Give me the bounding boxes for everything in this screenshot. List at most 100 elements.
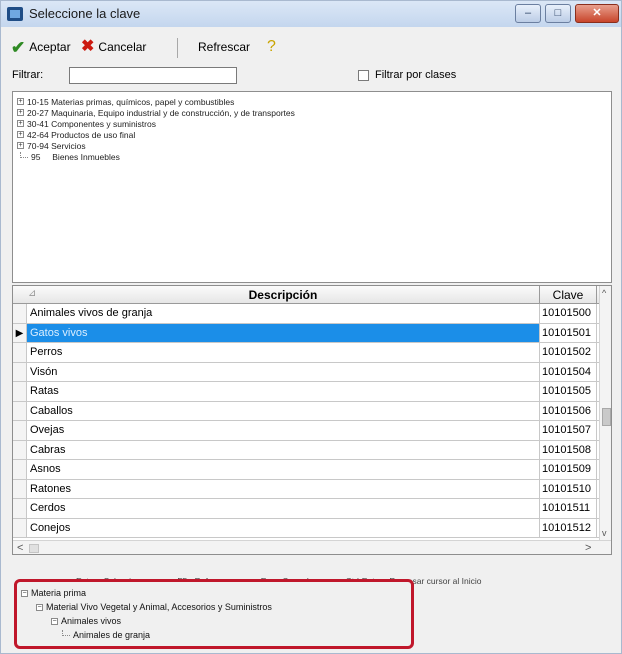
minimize-button[interactable]: – <box>515 4 541 23</box>
help-button[interactable]: ? <box>267 36 280 58</box>
row-indicator <box>13 343 27 362</box>
row-description: Conejos <box>27 518 540 537</box>
cancel-button[interactable]: ✖ Cancelar <box>81 36 146 58</box>
row-description: Ratas <box>27 382 540 401</box>
row-key: 10101507 <box>540 421 597 440</box>
tree-item[interactable]: + 10-15 Materias primas, químicos, papel… <box>17 96 234 107</box>
cancel-label: Cancelar <box>98 40 147 54</box>
path-level-2-label: Material Vivo Vegetal y Animal, Accesori… <box>46 602 272 612</box>
table-row-selected[interactable]: ▶ Gatos vivos 10101501 <box>13 323 599 343</box>
window-title: Seleccione la clave <box>29 6 141 21</box>
table-row[interactable]: Asnos 10101509 <box>13 460 599 480</box>
results-grid[interactable]: ⊿ Descripción Clave Animales vivos de gr… <box>12 285 612 555</box>
category-tree[interactable]: + 10-15 Materias primas, químicos, papel… <box>12 91 612 283</box>
tree-item[interactable]: + 70-94 Servicios <box>17 140 86 151</box>
filter-input[interactable] <box>69 67 237 84</box>
row-description: Perros <box>27 343 540 362</box>
maximize-button[interactable]: □ <box>545 4 571 23</box>
classification-path-tree: − Materia prima − Material Vivo Vegetal … <box>14 579 414 649</box>
expand-icon[interactable]: + <box>17 142 24 149</box>
table-row[interactable]: Ratas 10101505 <box>13 382 599 402</box>
path-level-4[interactable]: Animales de granja <box>59 630 150 640</box>
table-row[interactable]: Ratones 10101510 <box>13 479 599 499</box>
table-row[interactable]: Ovejas 10101507 <box>13 421 599 441</box>
accept-label: Aceptar <box>29 40 71 54</box>
tree-item[interactable]: 95 Bienes Inmuebles <box>17 151 120 162</box>
toolbar: ✔ Aceptar ✖ Cancelar Refrescar ? <box>1 31 621 61</box>
filter-by-class-checkbox[interactable] <box>358 70 369 81</box>
filter-by-class-label: Filtrar por clases <box>375 69 457 81</box>
refresh-label: Refrescar <box>198 40 251 54</box>
current-row-arrow-icon: ▶ <box>13 323 27 342</box>
tree-item-label: 30-41 Componentes y suministros <box>27 118 156 129</box>
title-bar[interactable]: Seleccione la clave – □ ✕ <box>1 1 621 27</box>
table-row[interactable]: Conejos 10101512 <box>13 518 599 538</box>
tree-item-label: 95 Bienes Inmuebles <box>31 151 120 162</box>
collapse-icon[interactable]: − <box>51 617 58 625</box>
path-level-3[interactable]: − Animales vivos <box>51 616 121 626</box>
row-description: Cerdos <box>27 499 540 518</box>
row-key: 10101508 <box>540 440 597 459</box>
path-level-1[interactable]: − Materia prima <box>21 588 86 598</box>
expand-icon[interactable]: + <box>17 109 24 116</box>
vertical-scroll-thumb[interactable] <box>602 408 611 426</box>
tree-item-label: 70-94 Servicios <box>27 140 86 151</box>
scroll-left-icon[interactable]: < <box>17 542 23 554</box>
collapse-icon[interactable]: − <box>21 589 28 597</box>
table-row[interactable]: Cabras 10101508 <box>13 440 599 460</box>
scroll-down-icon[interactable]: v <box>602 528 607 538</box>
row-description: Caballos <box>27 401 540 420</box>
close-button[interactable]: ✕ <box>575 4 619 23</box>
table-row[interactable]: Cerdos 10101511 <box>13 499 599 519</box>
expand-icon[interactable]: + <box>17 120 24 127</box>
app-icon <box>7 7 23 21</box>
scroll-up-icon[interactable]: ^ <box>602 288 606 298</box>
filter-label: Filtrar: <box>12 69 44 81</box>
table-row[interactable]: Visón 10101504 <box>13 362 599 382</box>
table-row[interactable]: Perros 10101502 <box>13 343 599 363</box>
row-key: 10101511 <box>540 499 597 518</box>
collapse-icon[interactable]: − <box>36 603 43 611</box>
path-level-4-label: Animales de granja <box>73 630 151 640</box>
column-header-description[interactable]: Descripción <box>27 286 540 304</box>
row-key: 10101509 <box>540 460 597 479</box>
tree-item[interactable]: + 30-41 Componentes y suministros <box>17 118 156 129</box>
tree-leaf-connector <box>62 630 70 636</box>
row-indicator <box>13 421 27 440</box>
tree-leaf-connector <box>20 151 28 158</box>
horizontal-scrollbar[interactable]: < > <box>13 540 611 554</box>
row-indicator <box>13 440 27 459</box>
vertical-scrollbar[interactable]: ^ v <box>599 286 611 540</box>
table-row[interactable]: Caballos 10101506 <box>13 401 599 421</box>
row-description: Ratones <box>27 479 540 498</box>
row-description: Cabras <box>27 440 540 459</box>
row-key: 10101502 <box>540 343 597 362</box>
checkmark-icon: ✔ <box>11 37 26 57</box>
help-icon: ? <box>267 38 276 55</box>
row-description: Animales vivos de granja <box>27 304 540 323</box>
tree-item[interactable]: + 42-64 Productos de uso final <box>17 129 135 140</box>
tree-item-label: 20-27 Maquinaria, Equipo industrial y de… <box>27 107 295 118</box>
refresh-button[interactable]: Refrescar <box>198 36 250 58</box>
row-description: Asnos <box>27 460 540 479</box>
column-header-key[interactable]: Clave <box>540 286 597 304</box>
tree-item-label: 10-15 Materias primas, químicos, papel y… <box>27 96 235 107</box>
horizontal-scroll-thumb[interactable] <box>29 544 39 553</box>
row-indicator <box>13 304 27 323</box>
tree-item[interactable]: + 20-27 Maquinaria, Equipo industrial y … <box>17 107 295 118</box>
dialog-window: Seleccione la clave – □ ✕ ✔ Aceptar ✖ Ca… <box>0 0 622 654</box>
row-key: 10101504 <box>540 362 597 381</box>
toolbar-separator <box>177 38 178 58</box>
row-indicator <box>13 362 27 381</box>
row-key: 10101500 <box>540 304 597 323</box>
expand-icon[interactable]: + <box>17 98 24 105</box>
accept-button[interactable]: ✔ Aceptar <box>11 36 71 58</box>
table-row[interactable]: Animales vivos de granja 10101500 <box>13 304 599 324</box>
row-key: 10101501 <box>540 323 597 342</box>
scroll-right-icon[interactable]: > <box>585 542 591 554</box>
grid-header: ⊿ Descripción Clave <box>13 286 611 304</box>
row-description: Visón <box>27 362 540 381</box>
expand-icon[interactable]: + <box>17 131 24 138</box>
row-indicator <box>13 460 27 479</box>
path-level-2[interactable]: − Material Vivo Vegetal y Animal, Acceso… <box>36 602 272 612</box>
